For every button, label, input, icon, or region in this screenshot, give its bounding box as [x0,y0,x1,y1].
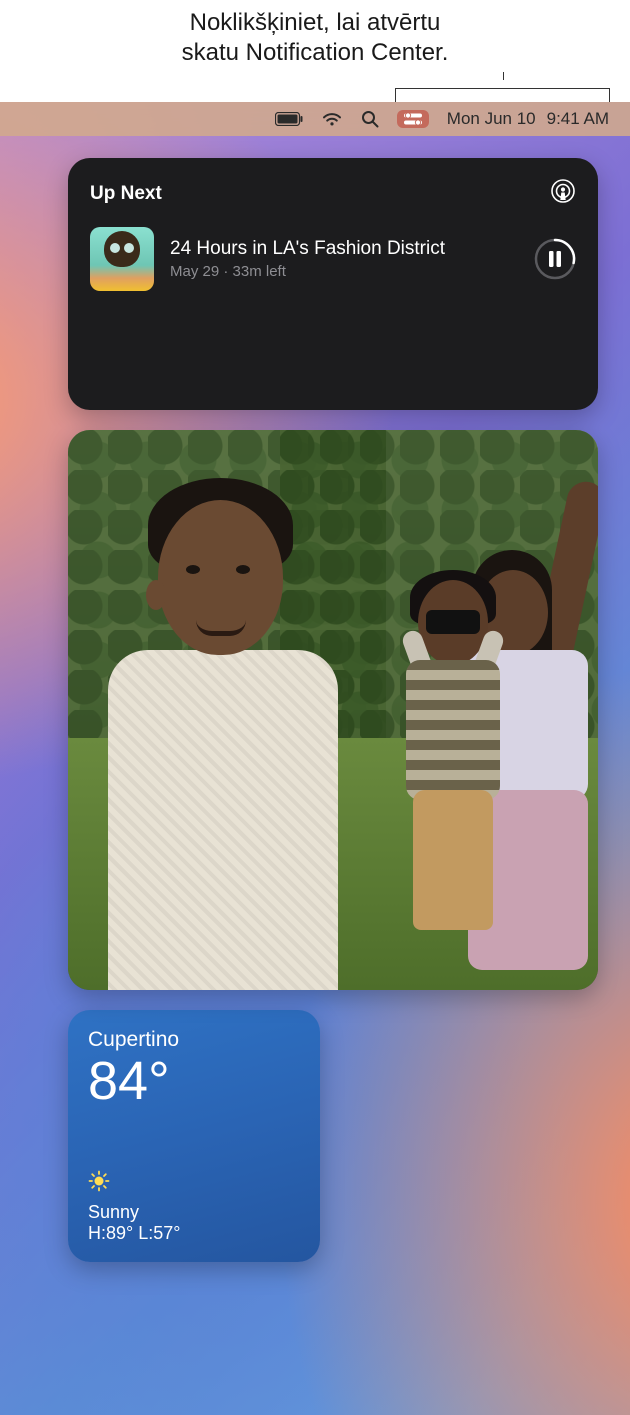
control-center-icon[interactable] [388,102,438,136]
widgets-column: Up Next 24 Hours in LA's Fashion Distric… [68,158,598,1262]
weather-city: Cupertino [88,1028,300,1052]
menubar-date[interactable]: Mon Jun 10 [438,102,545,136]
callout-bracket [395,80,610,102]
weather-temp: 84° [88,1054,300,1108]
callout-text: Noklikšķiniet, lai atvērtu skatu Notific… [0,8,630,68]
podcast-episode-meta: May 29 · 33m left [170,263,518,280]
desktop-background: Mon Jun 10 9:41 AM Up Next [0,102,630,1415]
weather-condition: Sunny [88,1202,300,1223]
photo-content [68,430,598,990]
weather-hilo: H:89° L:57° [88,1223,300,1244]
podcasts-widget-title: Up Next [90,183,162,205]
battery-icon[interactable] [266,102,312,136]
wifi-icon[interactable] [312,102,352,136]
weather-widget[interactable]: Cupertino 84° [68,1010,320,1262]
spotlight-icon[interactable] [352,102,388,136]
callout-line2: skatu Notification Center. [0,38,630,68]
sun-icon [88,1170,300,1198]
podcast-episode-title: 24 Hours in LA's Fashion District [170,238,518,260]
podcasts-app-icon [550,178,576,209]
menu-bar: Mon Jun 10 9:41 AM [0,102,630,136]
podcasts-widget[interactable]: Up Next 24 Hours in LA's Fashion Distric… [68,158,598,410]
callout-line1: Noklikšķiniet, lai atvērtu [0,8,630,38]
pause-button[interactable] [534,238,576,280]
podcast-artwork [90,227,154,291]
menubar-time[interactable]: 9:41 AM [545,102,618,136]
photos-widget[interactable] [68,430,598,990]
